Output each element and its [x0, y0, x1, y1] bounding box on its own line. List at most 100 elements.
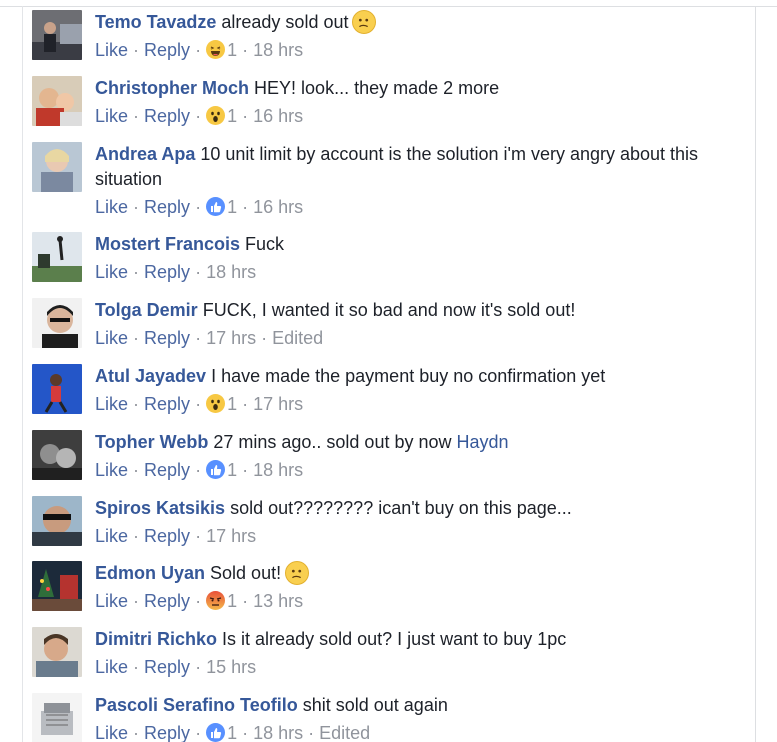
- reply-link[interactable]: Reply: [144, 723, 190, 742]
- comment-text: Dimitri Richko Is it already sold out? I…: [95, 627, 715, 652]
- like-link[interactable]: Like: [95, 526, 128, 546]
- comment-actions: Like · Reply · 17 hrs · Edited: [95, 326, 715, 351]
- avatar[interactable]: [32, 10, 82, 60]
- reaction-count[interactable]: 1: [206, 106, 237, 126]
- avatar[interactable]: [32, 76, 82, 126]
- comment-author[interactable]: Andrea Apa: [95, 144, 195, 164]
- reaction-number: 1: [227, 106, 238, 126]
- separator: ·: [190, 526, 207, 546]
- like-link[interactable]: Like: [95, 460, 128, 480]
- comment-author[interactable]: Spiros Katsikis: [95, 498, 225, 518]
- timestamp[interactable]: 18 hrs: [253, 460, 303, 480]
- reaction-count[interactable]: 1: [206, 460, 237, 480]
- reply-link[interactable]: Reply: [144, 591, 190, 611]
- reply-link[interactable]: Reply: [144, 328, 190, 348]
- reply-link[interactable]: Reply: [144, 40, 190, 60]
- avatar[interactable]: [32, 298, 82, 348]
- divider: [0, 6, 777, 7]
- reply-link[interactable]: Reply: [144, 262, 190, 282]
- comment-author[interactable]: Temo Tavadze: [95, 12, 216, 32]
- mention-link[interactable]: Haydn: [457, 432, 509, 452]
- comment-message: FUCK, I wanted it so bad and now it's so…: [202, 300, 576, 320]
- haha-reaction-icon: [206, 40, 226, 59]
- comment-author[interactable]: Pascoli Serafino Teofilo: [95, 695, 298, 715]
- like-link[interactable]: Like: [95, 657, 128, 677]
- comment-text: Edmon Uyan Sold out!: [95, 561, 715, 586]
- like-link[interactable]: Like: [95, 723, 128, 742]
- timestamp[interactable]: 18 hrs: [206, 262, 256, 282]
- separator: ·: [128, 197, 145, 217]
- reply-link[interactable]: Reply: [144, 197, 190, 217]
- reaction-number: 1: [227, 591, 238, 611]
- separator: ·: [128, 40, 145, 60]
- timestamp[interactable]: 18 hrs: [253, 40, 303, 60]
- comment-author[interactable]: Mostert Francois: [95, 234, 240, 254]
- like-link[interactable]: Like: [95, 40, 128, 60]
- timestamp[interactable]: 17 hrs: [253, 394, 303, 414]
- comment-author[interactable]: Edmon Uyan: [95, 563, 205, 583]
- avatar[interactable]: [32, 627, 82, 677]
- comment-author[interactable]: Dimitri Richko: [95, 629, 217, 649]
- confused-face-icon: [285, 561, 310, 585]
- divider: [755, 6, 756, 742]
- like-link[interactable]: Like: [95, 394, 128, 414]
- timestamp[interactable]: 17 hrs: [206, 526, 256, 546]
- timestamp[interactable]: 15 hrs: [206, 657, 256, 677]
- comment-text: Topher Webb 27 mins ago.. sold out by no…: [95, 430, 715, 455]
- like-link[interactable]: Like: [95, 197, 128, 217]
- timestamp[interactable]: 18 hrs: [253, 723, 303, 742]
- avatar[interactable]: [32, 364, 82, 414]
- angry-reaction-icon: [206, 591, 226, 610]
- like-link[interactable]: Like: [95, 328, 128, 348]
- like-link[interactable]: Like: [95, 262, 128, 282]
- edited-label[interactable]: Edited: [272, 328, 323, 348]
- reply-link[interactable]: Reply: [144, 526, 190, 546]
- reaction-count[interactable]: 1: [206, 591, 237, 611]
- separator: ·: [190, 460, 207, 480]
- separator: ·: [190, 657, 207, 677]
- avatar[interactable]: [32, 693, 82, 742]
- reaction-count[interactable]: 1: [206, 394, 237, 414]
- separator: ·: [237, 394, 254, 414]
- timestamp[interactable]: 16 hrs: [253, 197, 303, 217]
- comment-author[interactable]: Christopher Moch: [95, 78, 249, 98]
- comment-actions: Like · Reply · 1 · 18 hrs: [95, 38, 715, 63]
- separator: ·: [190, 197, 207, 217]
- reply-link[interactable]: Reply: [144, 394, 190, 414]
- comment-message: 27 mins ago.. sold out by now: [213, 432, 452, 452]
- edited-label[interactable]: Edited: [319, 723, 370, 742]
- separator: ·: [237, 723, 254, 742]
- like-link[interactable]: Like: [95, 106, 128, 126]
- divider: [22, 6, 23, 742]
- comment-text: Christopher Moch HEY! look... they made …: [95, 76, 715, 101]
- avatar[interactable]: [32, 496, 82, 546]
- separator: ·: [128, 394, 145, 414]
- avatar[interactable]: [32, 430, 82, 480]
- comment-actions: Like · Reply · 1 · 18 hrs: [95, 458, 715, 483]
- avatar[interactable]: [32, 561, 82, 611]
- avatar[interactable]: [32, 232, 82, 282]
- reply-link[interactable]: Reply: [144, 106, 190, 126]
- reaction-count[interactable]: 1: [206, 197, 237, 217]
- comment-message: I have made the payment buy no confirmat…: [211, 366, 606, 386]
- avatar[interactable]: [32, 142, 82, 192]
- timestamp[interactable]: 13 hrs: [253, 591, 303, 611]
- reaction-count[interactable]: 1: [206, 723, 237, 742]
- like-link[interactable]: Like: [95, 591, 128, 611]
- reply-link[interactable]: Reply: [144, 657, 190, 677]
- reaction-count[interactable]: 1: [206, 40, 237, 60]
- separator: ·: [237, 591, 254, 611]
- separator: ·: [128, 723, 145, 742]
- reply-link[interactable]: Reply: [144, 460, 190, 480]
- comment-author[interactable]: Atul Jayadev: [95, 366, 206, 386]
- comment-author[interactable]: Topher Webb: [95, 432, 208, 452]
- reaction-number: 1: [227, 723, 238, 742]
- comment-actions: Like · Reply · 1 · 16 hrs: [95, 104, 715, 129]
- timestamp[interactable]: 16 hrs: [253, 106, 303, 126]
- timestamp[interactable]: 17 hrs: [206, 328, 256, 348]
- separator: ·: [190, 723, 207, 742]
- comment-author[interactable]: Tolga Demir: [95, 300, 198, 320]
- separator: ·: [190, 394, 207, 414]
- comment-actions: Like · Reply · 1 · 17 hrs: [95, 392, 715, 417]
- reaction-number: 1: [227, 460, 238, 480]
